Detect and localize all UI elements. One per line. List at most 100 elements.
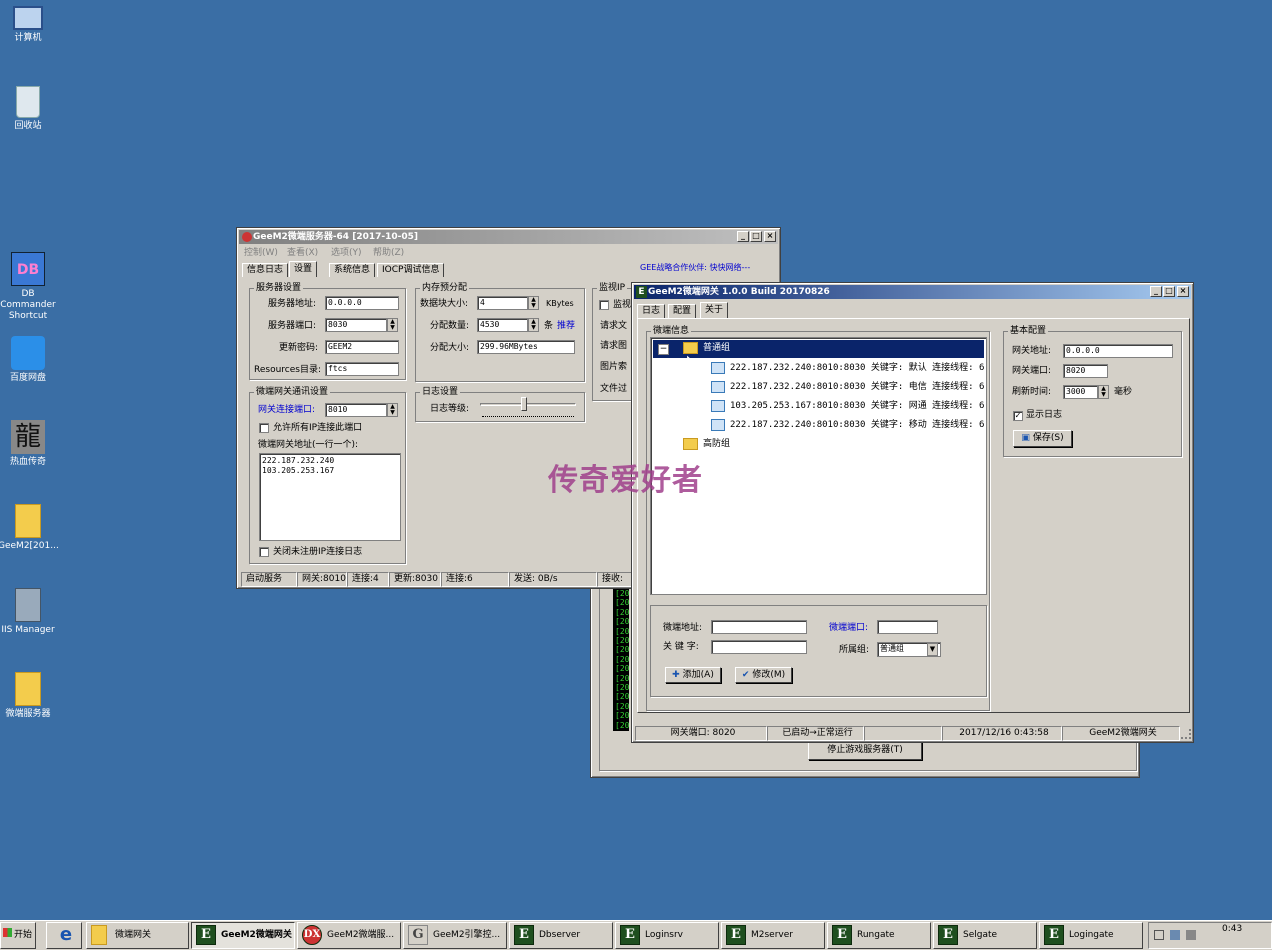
desktop-icon-recycle-bin[interactable]: 回收站 [0, 86, 58, 132]
tray-network-icon[interactable] [1170, 930, 1180, 940]
group-label: 所属组: [839, 645, 870, 655]
tree-group-high-defense[interactable]: 高防组 [683, 436, 730, 452]
taskbar-item[interactable]: E Selgate [933, 922, 1037, 949]
modify-button[interactable]: ✔ 修改(M) [735, 667, 792, 683]
computer-icon [711, 418, 725, 431]
taskbar-item[interactable]: E Rungate [827, 922, 931, 949]
server-port-input[interactable]: 8030 [325, 318, 387, 332]
show-log-checkbox[interactable]: ✓ [1013, 411, 1023, 421]
tab-system-info[interactable]: 系统信息 [329, 263, 376, 277]
allow-all-ip-checkbox[interactable] [259, 423, 269, 433]
alloc-count-spinner[interactable]: ▲ ▼ [528, 318, 539, 332]
desktop-icon-legend[interactable]: 龍 热血传奇 [0, 420, 58, 468]
gateway-addr-textarea[interactable]: 222.187.232.240 103.205.253.167 [259, 453, 401, 541]
status-gateway-port: 网关端口: 8020 [635, 726, 767, 741]
desktop-icon-computer[interactable]: 计算机 [0, 4, 58, 44]
taskbar-item[interactable]: E Loginsrv [615, 922, 719, 949]
gateway-port-input[interactable]: 8020 [1063, 364, 1108, 378]
refresh-time-input[interactable]: 3000 [1063, 385, 1098, 399]
refresh-time-label: 刷新时间: [1012, 387, 1052, 397]
collapse-icon[interactable]: − [658, 344, 669, 355]
computer-icon [13, 6, 43, 30]
desktop-icon-geem2-folder[interactable]: GeeM2[201... [0, 504, 59, 552]
desktop-icon-micro-server[interactable]: 微端服务器 [0, 672, 58, 720]
minimize-button[interactable]: _ [1150, 286, 1162, 297]
desktop-icon-iis[interactable]: IIS Manager [0, 588, 58, 636]
menu-view[interactable]: 查看(X) [287, 247, 318, 259]
menu-control[interactable]: 控制(W) [244, 247, 278, 259]
alloc-count-input[interactable]: 4530 [477, 318, 528, 332]
desktop-icon-db-commander[interactable]: DB DB Commander Shortcut [0, 252, 58, 322]
micro-addr-input[interactable] [711, 620, 807, 634]
refresh-time-spinner[interactable]: ▲ ▼ [1098, 385, 1109, 399]
log-level-slider[interactable] [521, 397, 527, 411]
taskbar-item[interactable]: E GeeM2微端网关 [191, 922, 295, 949]
gateway-port-spinner[interactable]: ▲ ▼ [387, 403, 398, 417]
chevron-down-icon[interactable]: ▼ [927, 643, 938, 656]
tree-node[interactable]: 222.187.232.240:8010:8030 关键字: 移动 连接线程: … [711, 417, 984, 433]
desktop-icon-baidu-netdisk[interactable]: 百度网盘 [0, 336, 58, 384]
alloc-count-unit: 条 [544, 321, 554, 331]
stop-server-button[interactable]: 停止游戏服务器(T) [808, 742, 922, 760]
close-unreg-log-label: 关闭未注册IP连接日志 [273, 547, 363, 557]
taskbar-item[interactable]: E M2server [721, 922, 825, 949]
window-title: GeeM2微端服务器-64 [2017-10-05] [239, 230, 778, 244]
tab-about[interactable]: 关于 [700, 302, 729, 318]
partner-link[interactable]: GEE战略合作伙伴: 快快网络--- [640, 262, 750, 274]
server-addr-input[interactable]: 0.0.0.0 [325, 296, 399, 310]
status-empty [864, 726, 942, 741]
block-size-spinner[interactable]: ▲ ▼ [528, 296, 539, 310]
status-update: 更新:8030 [389, 572, 441, 587]
tab-log[interactable]: 日志 [637, 304, 666, 318]
quicklaunch-ie-icon[interactable]: e [46, 922, 82, 949]
allow-all-ip-label: 允许所有IP连接此端口 [273, 423, 363, 433]
resize-grip-icon[interactable] [1181, 729, 1191, 739]
save-button[interactable]: ▣ 保存(S) [1013, 430, 1072, 447]
tab-info-log[interactable]: 信息日志 [242, 263, 289, 277]
micro-port-input[interactable] [877, 620, 938, 634]
app-icon: E [196, 924, 216, 945]
close-button[interactable]: × [764, 231, 776, 242]
close-unreg-log-checkbox[interactable] [259, 547, 269, 557]
gateway-addr-input[interactable]: 0.0.0.0 [1063, 344, 1173, 358]
app-icon: G [408, 924, 428, 945]
server-port-spinner[interactable]: ▲ ▼ [387, 318, 398, 332]
taskbar-item[interactable]: G GeeM2引擎控... [403, 922, 507, 949]
tab-iocp-debug[interactable]: IOCP调试信息 [377, 263, 445, 277]
start-button[interactable]: 开始 [0, 922, 36, 949]
taskbar-item[interactable]: E Dbserver [509, 922, 613, 949]
app-icon: E [938, 924, 958, 945]
keyword-input[interactable] [711, 640, 807, 654]
tree-node[interactable]: 222.187.232.240:8010:8030 关键字: 电信 连接线程: … [711, 379, 984, 395]
monitor-checkbox[interactable] [599, 300, 609, 310]
micro-port-label: 微端端口: [829, 623, 869, 633]
taskbar-item[interactable]: 微端网关 [86, 922, 189, 949]
menu-options[interactable]: 选项(Y) [331, 247, 362, 259]
maximize-button[interactable]: □ [1163, 286, 1175, 297]
tray-volume-icon[interactable] [1186, 930, 1196, 940]
tree-node[interactable]: 103.205.253.167:8010:8030 关键字: 网通 连接线程: … [711, 398, 984, 414]
close-button[interactable]: × [1177, 286, 1189, 297]
clock[interactable]: 0:43 [1222, 924, 1242, 934]
menu-help[interactable]: 帮助(Z) [373, 247, 404, 259]
alloc-size-value: 299.96MBytes [477, 340, 575, 354]
desktop-icon-label: DB Commander Shortcut [0, 289, 56, 321]
recommend-link[interactable]: 推荐 [557, 320, 575, 332]
update-pwd-input[interactable]: GEEM2 [325, 340, 399, 354]
block-size-input[interactable]: 4 [477, 296, 528, 310]
tree-node[interactable]: 222.187.232.240:8010:8030 关键字: 默认 连接线程: … [711, 360, 984, 376]
minimize-button[interactable]: _ [737, 231, 749, 242]
tray-flag-icon[interactable] [1154, 930, 1164, 940]
folder-icon [15, 672, 41, 706]
app-icon: DX [302, 924, 322, 945]
taskbar-item[interactable]: DX GeeM2微端服... [297, 922, 401, 949]
gateway-port-input[interactable]: 8010 [325, 403, 387, 417]
maximize-button[interactable]: □ [750, 231, 762, 242]
resources-dir-input[interactable]: ftcs [325, 362, 399, 376]
add-button[interactable]: ✚ 添加(A) [665, 667, 721, 683]
taskbar-item[interactable]: E Logingate [1039, 922, 1143, 949]
desktop-icon-label: IIS Manager [1, 625, 55, 635]
tab-settings[interactable]: 设置 [289, 261, 318, 277]
app-icon: E [636, 286, 647, 298]
tab-config[interactable]: 配置 [668, 304, 697, 318]
